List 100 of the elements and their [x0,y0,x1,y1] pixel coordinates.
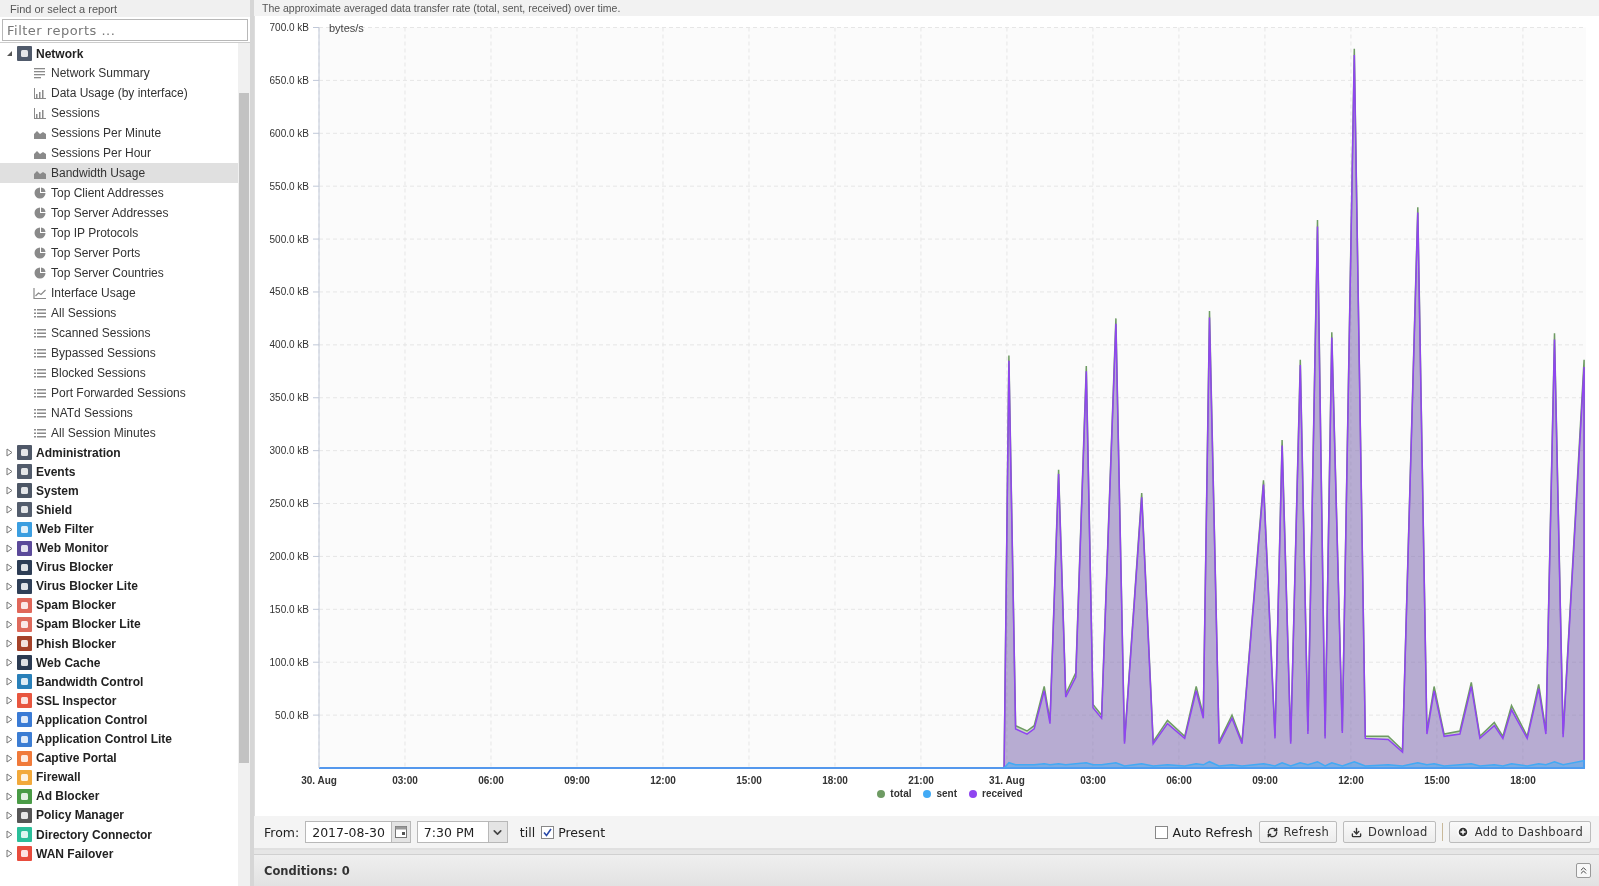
tree-category[interactable]: Web Filter [0,519,238,539]
report-label: Top IP Protocols [51,226,139,241]
report-item[interactable]: Data Usage (by interface) [0,83,238,104]
tick-label: 700.0 kB [269,22,309,33]
report-item[interactable]: Top Server Addresses [0,203,238,224]
legend-label[interactable]: received [982,788,1023,799]
report-item[interactable]: Top Client Addresses [0,183,238,204]
report-label: All Sessions [51,306,117,321]
category-label: Bandwidth Control [36,674,144,689]
report-item[interactable]: All Session Minutes [0,423,238,444]
report-item[interactable]: Top IP Protocols [0,223,238,244]
tick-label: 03:00 [392,775,418,786]
time-dropdown[interactable]: 7:30 PM [416,821,508,843]
sidebar-heading: Find or select a report [0,0,250,17]
report-item[interactable]: Bypassed Sessions [0,343,238,364]
tree-category[interactable]: Web Cache [0,653,238,673]
report-label: All Session Minutes [51,426,156,441]
scrollbar[interactable] [238,43,250,886]
tick-label: 12:00 [650,775,676,786]
date-field[interactable]: 2017-08-30 [305,821,411,843]
tick-label: 06:00 [478,775,504,786]
tree-category[interactable]: Events [0,462,238,482]
tree-category[interactable]: Captive Portal [0,748,238,768]
report-item[interactable]: Port Forwarded Sessions [0,383,238,404]
report-item[interactable]: Top Server Ports [0,243,238,264]
tree-category[interactable]: Ad Blocker [0,786,238,806]
refresh-button[interactable]: Refresh [1258,821,1338,843]
tree-category[interactable]: SSL Inspector [0,691,238,711]
tick-label: 15:00 [1424,775,1450,786]
report-item[interactable]: Top Server Countries [0,263,238,284]
category-label: Phish Blocker [36,636,117,651]
category-label: Firewall [36,770,81,785]
tick-label: 550.0 kB [269,180,309,192]
report-item[interactable]: Blocked Sessions [0,363,238,384]
tick-label: 12:00 [1338,775,1364,786]
report-item[interactable]: Sessions Per Minute [0,123,238,144]
report-label: Blocked Sessions [51,366,146,381]
add-button[interactable]: Add to Dashboard [1448,821,1591,843]
report-item[interactable]: All Sessions [0,303,238,324]
expand-triangle-icon[interactable] [6,620,13,629]
pie-chart-icon [33,206,47,221]
expand-triangle-icon[interactable] [6,830,13,839]
filter-field[interactable]: Filter reports ... [2,19,248,41]
collapse-triangle-icon[interactable] [6,50,13,58]
report-item[interactable]: Bandwidth Usage [0,163,238,184]
tick-label: 350.0 kB [269,392,309,404]
tree-category[interactable]: Virus Blocker [0,557,238,577]
expand-button[interactable] [1576,863,1591,878]
bar-chart-icon [33,106,47,121]
tree-category[interactable]: Web Monitor [0,538,238,558]
report-label: Bandwidth Usage [51,166,146,181]
calendar-icon[interactable] [394,826,407,838]
list-icon [33,406,47,421]
present-label: Present [558,824,606,840]
tree-category[interactable]: Policy Manager [0,805,238,825]
report-label: Sessions [51,106,100,121]
till-label: till [519,824,536,840]
tree-category[interactable]: System [0,481,238,501]
download-button[interactable]: Download [1343,821,1436,843]
scrollbar-thumb[interactable] [239,93,249,763]
report-item[interactable]: Scanned Sessions [0,323,238,344]
legend-label[interactable]: sent [936,788,958,799]
report-label: NATd Sessions [51,406,133,421]
tick-label: 31. Aug [989,775,1025,786]
tree-category[interactable]: Phish Blocker [0,634,238,654]
tree-category[interactable]: WAN Failover [0,844,238,864]
report-item[interactable]: Sessions Per Hour [0,143,238,164]
category-label: Policy Manager [36,808,125,823]
auto-refresh-checkbox[interactable] [1155,825,1169,839]
report-item[interactable]: Interface Usage [0,283,238,304]
category-label: Application Control [36,712,148,727]
tree-category[interactable]: Bandwidth Control [0,672,238,692]
category-label: Web Monitor [36,541,109,556]
pie-chart-icon [33,266,47,281]
legend-label[interactable]: total [890,788,912,799]
report-item[interactable]: Network Summary [0,63,238,84]
tick-label: 600.0 kB [269,127,309,139]
present-checkbox[interactable] [541,825,555,839]
category-label: Shield [36,502,72,517]
report-description: The approximate averaged data transfer rate (total, sent, received) over time. [254,0,1599,16]
tree-category[interactable]: Spam Blocker Lite [0,614,238,635]
list-icon [33,426,47,441]
category-label: Spam Blocker [36,598,117,613]
report-item[interactable]: NATd Sessions [0,403,238,424]
list-icon [33,386,47,401]
category-label: Web Filter [36,522,94,536]
tree-category[interactable]: Directory Connector [0,824,238,845]
tree-category[interactable]: Shield [0,500,238,520]
report-item[interactable]: Sessions [0,103,238,124]
category-label: SSL Inspector [36,693,117,708]
tree-category[interactable]: Application Control [0,710,238,730]
report-label: Scanned Sessions [51,326,151,341]
tree-category[interactable]: Network [0,44,238,64]
tree-category[interactable]: Administration [0,443,238,463]
auto-refresh-label: Auto Refresh [1172,824,1253,840]
report-label: Port Forwarded Sessions [51,386,186,401]
tree-category[interactable]: Spam Blocker [0,595,238,615]
tree-category[interactable]: Virus Blocker Lite [0,576,238,596]
tree-category[interactable]: Firewall [0,767,238,787]
tree-category[interactable]: Application Control Lite [0,729,238,749]
